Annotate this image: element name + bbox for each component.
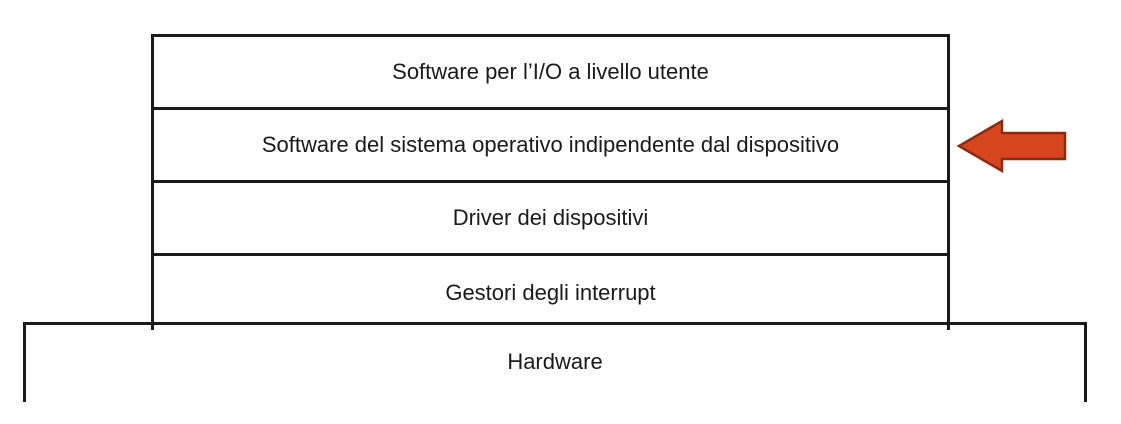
left-arrow-icon — [956, 118, 1067, 174]
layer-hardware: Hardware — [23, 322, 1087, 402]
software-layer-stack: Software per l’I/O a livello utente Soft… — [151, 34, 950, 330]
hardware-label: Hardware — [507, 349, 603, 374]
layer-interrupt-handlers: Gestori degli interrupt — [154, 256, 947, 330]
layer-device-drivers: Driver dei dispositivi — [154, 183, 947, 256]
layer-label: Gestori degli interrupt — [445, 280, 656, 305]
layer-label: Software del sistema operativo indipende… — [261, 132, 840, 157]
layer-label: Driver dei dispositivi — [452, 205, 649, 230]
layer-label: Software per l’I/O a livello utente — [392, 59, 709, 84]
layer-user-io-software: Software per l’I/O a livello utente — [154, 37, 947, 110]
layer-device-independent-os-software: Software del sistema operativo indipende… — [154, 110, 947, 183]
